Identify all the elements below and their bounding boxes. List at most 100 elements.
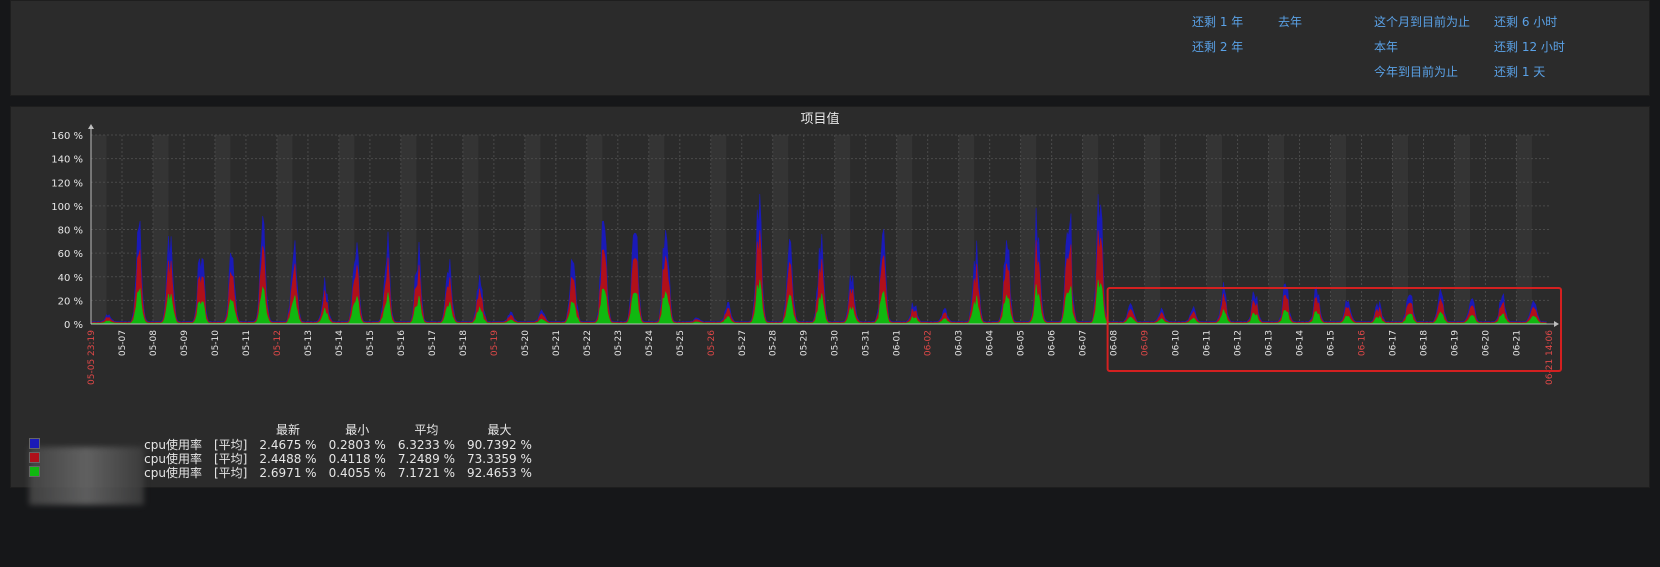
- x-tick-label: 06-05: [1017, 330, 1027, 356]
- legend-avg: 7.2489 %: [397, 452, 456, 466]
- x-tick-label: 06-01: [893, 330, 903, 356]
- legend-last: 2.6971 %: [259, 466, 317, 480]
- x-tick-label: 06-20: [1481, 330, 1491, 356]
- period-link-1y[interactable]: 还剩 1 年: [1192, 13, 1243, 30]
- legend-last: 2.4488 %: [259, 452, 317, 466]
- y-tick-label: 100 %: [51, 202, 83, 213]
- legend-avg: 7.1721 %: [397, 466, 456, 480]
- x-tick-label: 05-07: [118, 330, 128, 356]
- x-tick-label: 05-25: [676, 330, 686, 356]
- x-tick-label: 05-23: [614, 330, 624, 356]
- legend-series-name: cpu使用率: [144, 438, 202, 452]
- x-tick-label: 05-24: [645, 330, 655, 356]
- period-link-12h[interactable]: 还剩 12 小时: [1494, 38, 1565, 55]
- x-tick-label: 06-07: [1079, 330, 1089, 356]
- x-tick-label: 06-15: [1327, 330, 1337, 356]
- legend-swatch: [29, 438, 40, 449]
- period-link-month-to-date[interactable]: 这个月到目前为止: [1374, 13, 1470, 30]
- x-tick-label: 05-27: [738, 330, 748, 356]
- x-tick-label: 05-30: [831, 330, 841, 356]
- x-tick-label: 06-03: [955, 330, 965, 356]
- y-tick-label: 0 %: [64, 320, 83, 331]
- period-link-1d[interactable]: 还剩 1 天: [1494, 63, 1545, 80]
- x-tick-label: 06-11: [1203, 330, 1213, 356]
- y-tick-label: 140 %: [51, 155, 83, 166]
- legend-series-name: cpu使用率: [144, 452, 202, 466]
- x-tick-label: 06-16: [1358, 330, 1368, 356]
- x-tick-label: 06-06: [1048, 330, 1058, 356]
- period-link-last-year[interactable]: 去年: [1278, 13, 1302, 30]
- x-tick-label: 06-12: [1234, 330, 1244, 356]
- x-start-label: 05-05 23:19: [87, 330, 97, 385]
- x-tick-label: 05-13: [304, 330, 314, 356]
- x-tick-label: 05-19: [490, 330, 500, 356]
- time-period-panel: 还剩 1 年 去年 这个月到目前为止 还剩 6 小时 还剩 2 年 本年 还剩 …: [10, 0, 1650, 96]
- x-tick-label: 06-10: [1172, 330, 1182, 356]
- y-tick-label: 20 %: [58, 296, 83, 307]
- x-axis-arrow: [1554, 321, 1559, 327]
- y-tick-label: 160 %: [51, 131, 83, 142]
- legend-swatch: [29, 452, 40, 463]
- period-link-2y[interactable]: 还剩 2 年: [1192, 38, 1243, 55]
- x-tick-label: 06-08: [1110, 330, 1120, 356]
- graph-title: 项目值: [800, 111, 839, 127]
- legend-row: cpu使用率 [平均] 2.4488 % 0.4118 % 7.2489 % 7…: [23, 452, 538, 466]
- legend-last: 2.4675 %: [259, 438, 317, 452]
- legend-agg: [平均]: [214, 452, 248, 466]
- x-tick-label: 05-10: [211, 330, 221, 356]
- x-tick-label: 05-08: [149, 330, 159, 356]
- y-tick-label: 120 %: [51, 178, 83, 189]
- legend-max: 90.7392 %: [467, 438, 532, 452]
- legend-agg: [平均]: [214, 438, 248, 452]
- x-tick-label: 05-16: [397, 330, 407, 356]
- legend-agg: [平均]: [214, 466, 248, 480]
- x-tick-label: 06-19: [1450, 330, 1460, 356]
- legend-max: 73.3359 %: [467, 452, 532, 466]
- x-tick-label: 05-12: [273, 330, 283, 356]
- legend-min: 0.4055 %: [328, 466, 386, 480]
- period-link-year-to-date[interactable]: 今年到目前为止: [1374, 63, 1458, 80]
- x-tick-label: 06-18: [1419, 330, 1429, 356]
- x-tick-label: 06-21: [1512, 330, 1522, 356]
- x-tick-label: 05-14: [335, 330, 345, 356]
- legend-series-name: cpu使用率: [144, 466, 202, 480]
- legend-header-max: 最大: [487, 423, 512, 437]
- x-tick-label: 06-02: [924, 330, 934, 356]
- y-tick-label: 80 %: [58, 226, 83, 237]
- legend-max: 92.4653 %: [467, 466, 532, 480]
- x-tick-label: 05-17: [428, 330, 438, 356]
- legend-header-avg: 平均: [414, 423, 439, 437]
- y-axis-arrow: [88, 124, 94, 129]
- x-tick-label: 05-31: [862, 330, 872, 356]
- x-tick-label: 05-18: [459, 330, 469, 356]
- legend-header-last: 最新: [275, 423, 300, 437]
- legend-header-min: 最小: [345, 423, 370, 437]
- period-link-6h[interactable]: 还剩 6 小时: [1494, 13, 1557, 30]
- legend-min: 0.2803 %: [328, 438, 386, 452]
- x-tick-label: 05-15: [366, 330, 376, 356]
- period-link-this-year[interactable]: 本年: [1374, 38, 1398, 55]
- x-tick-label: 05-21: [552, 330, 562, 356]
- legend-swatch: [29, 466, 40, 477]
- x-tick-label: 05-20: [521, 330, 531, 356]
- x-tick-label: 05-29: [800, 330, 810, 356]
- x-end-label: 06-21 14:06: [1545, 330, 1555, 385]
- legend-row: cpu使用率 [平均] 2.6971 % 0.4055 % 7.1721 % 9…: [23, 466, 538, 480]
- x-tick-label: 06-17: [1389, 330, 1399, 356]
- x-tick-label: 05-22: [583, 330, 593, 356]
- y-tick-label: 60 %: [58, 249, 83, 260]
- x-tick-label: 05-11: [242, 330, 252, 356]
- y-tick-label: 40 %: [58, 273, 83, 284]
- x-tick-label: 06-09: [1141, 330, 1151, 356]
- legend-row: cpu使用率 [平均] 2.4675 % 0.2803 % 6.3233 % 9…: [23, 438, 538, 452]
- legend-avg: 6.3233 %: [397, 438, 456, 452]
- x-tick-label: 06-04: [986, 330, 996, 356]
- legend-min: 0.4118 %: [328, 452, 386, 466]
- x-tick-label: 06-13: [1265, 330, 1275, 356]
- graph-legend: 最新 最小 平均 最大 cpu使用率 [平均] 2.4675 % 0.2803 …: [23, 421, 538, 480]
- x-tick-label: 06-14: [1296, 330, 1306, 356]
- x-tick-label: 05-28: [769, 330, 779, 356]
- x-tick-label: 05-26: [707, 330, 717, 356]
- x-tick-label: 05-09: [180, 330, 190, 356]
- graph-panel: 项目值 0 % 20 % 40 % 60 % 80 % 100 % 120 % 140 % 160…: [10, 106, 1650, 505]
